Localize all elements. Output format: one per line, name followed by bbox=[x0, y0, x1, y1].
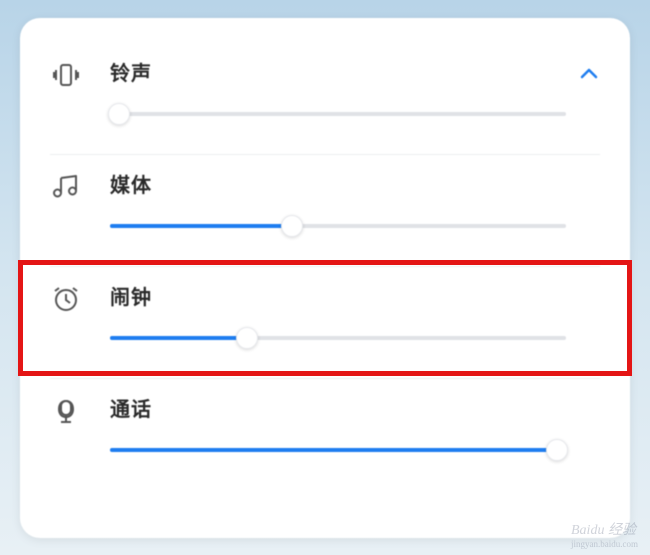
call-label: 通话 bbox=[110, 393, 566, 422]
alarm-slider-thumb[interactable] bbox=[236, 327, 258, 349]
alarm-icon bbox=[50, 281, 110, 320]
alarm-slider[interactable] bbox=[110, 328, 566, 348]
volume-row-call: 通话 bbox=[50, 378, 600, 490]
chevron-up-icon bbox=[578, 63, 600, 85]
ringtone-label: 铃声 bbox=[110, 57, 566, 86]
alarm-label: 闹钟 bbox=[110, 281, 566, 310]
call-slider[interactable] bbox=[110, 440, 566, 460]
ringtone-slider[interactable] bbox=[110, 104, 566, 124]
call-icon bbox=[50, 393, 110, 432]
media-slider[interactable] bbox=[110, 216, 566, 236]
alarm-slider-fill bbox=[110, 336, 247, 340]
volume-row-ringtone: 铃声 bbox=[50, 43, 600, 154]
volume-row-alarm: 闹钟 bbox=[50, 266, 600, 378]
call-slider-fill bbox=[110, 448, 557, 452]
media-slider-thumb[interactable] bbox=[281, 215, 303, 237]
media-label: 媒体 bbox=[110, 169, 566, 198]
ringtone-icon bbox=[50, 57, 110, 96]
volume-panel: 铃声 媒体 bbox=[20, 18, 630, 538]
media-slider-fill bbox=[110, 224, 292, 228]
ringtone-slider-thumb[interactable] bbox=[108, 103, 130, 125]
media-icon bbox=[50, 169, 110, 208]
call-slider-thumb[interactable] bbox=[546, 439, 568, 461]
volume-row-media: 媒体 bbox=[50, 154, 600, 266]
collapse-button[interactable] bbox=[566, 57, 600, 90]
